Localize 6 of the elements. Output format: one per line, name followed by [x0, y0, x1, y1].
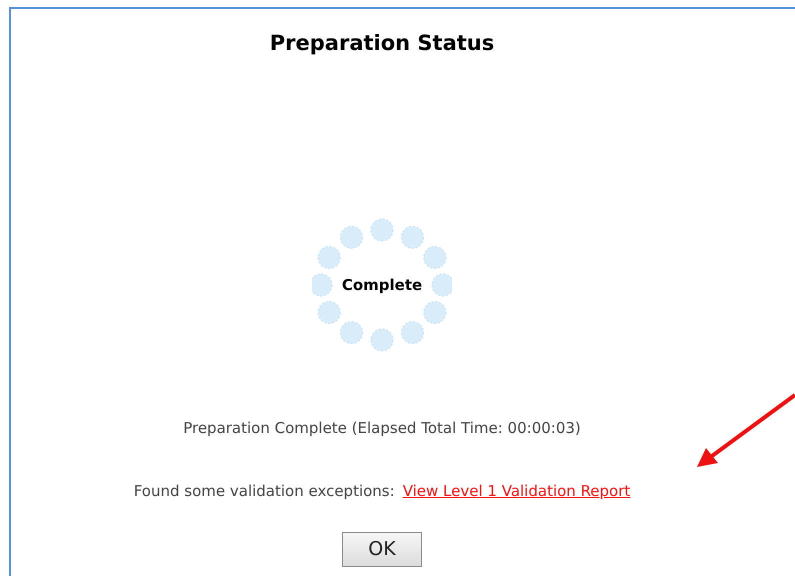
dialog-title: Preparation Status	[270, 30, 494, 57]
status-message: Preparation Complete (Elapsed Total Time: 00:00:03)	[183, 418, 581, 439]
validation-report-link[interactable]: View Level 1 Validation Report	[402, 480, 630, 502]
spinner-label: Complete	[342, 274, 422, 296]
ok-button[interactable]: OK	[342, 532, 422, 567]
validation-message: Found some validation exceptions:	[134, 480, 395, 502]
